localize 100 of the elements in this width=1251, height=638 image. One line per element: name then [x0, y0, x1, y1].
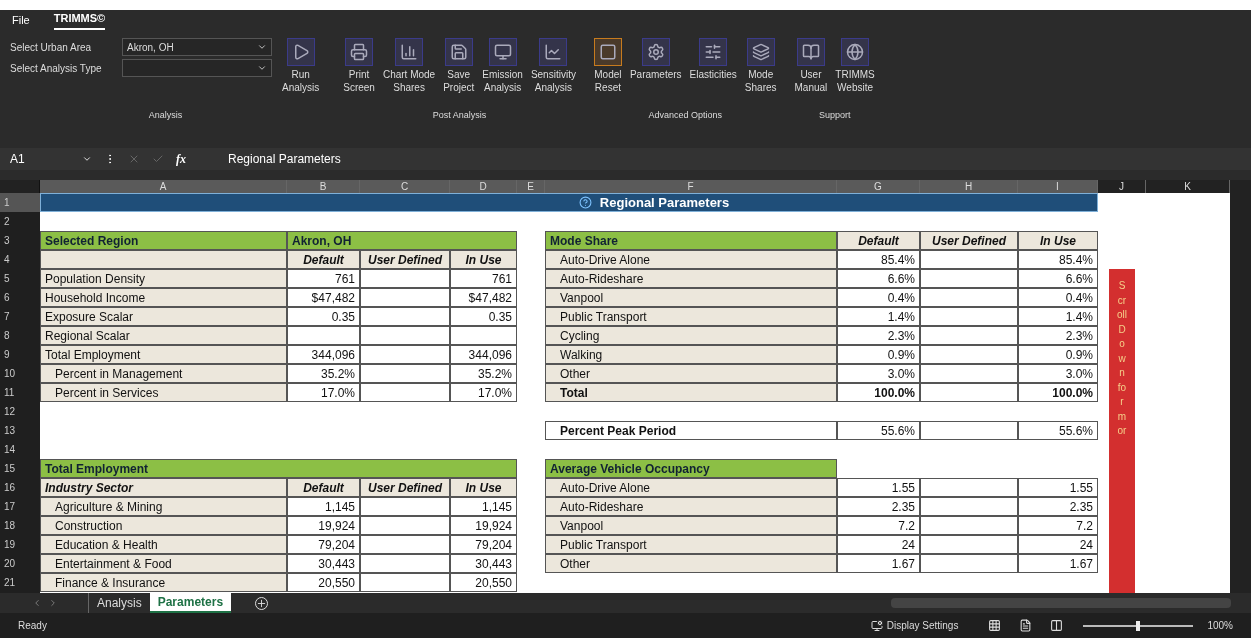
column-header[interactable]: J	[1098, 180, 1146, 193]
ribbon-button[interactable]: Sensitivity Analysis	[528, 38, 578, 94]
menu-tab[interactable]: File	[12, 11, 30, 30]
default-value-cell: 1.4%	[837, 307, 920, 326]
column-header[interactable]: F	[545, 180, 837, 193]
row-header[interactable]: 11	[0, 383, 40, 402]
ribbon-button[interactable]: Chart Mode Shares	[380, 38, 438, 94]
column-heading-cell: Default	[287, 478, 360, 497]
menu-tab[interactable]: TRIMMS©	[53, 9, 106, 30]
row-header[interactable]: 17	[0, 497, 40, 516]
function-button[interactable]: fx	[176, 150, 216, 168]
default-value-cell: 30,443	[287, 554, 360, 573]
default-value-cell: 0.35	[287, 307, 360, 326]
row-header[interactable]: 16	[0, 478, 40, 497]
default-value-cell: 7.2	[837, 516, 920, 535]
row-label-cell: Other	[545, 364, 837, 383]
row-header[interactable]: 20	[0, 554, 40, 573]
help-icon	[578, 196, 592, 209]
row-header[interactable]: 5	[0, 269, 40, 288]
default-value-cell: 24	[837, 535, 920, 554]
ribbon-button[interactable]: Model Reset	[591, 38, 624, 94]
row-header[interactable]: 2	[0, 212, 40, 231]
row-header[interactable]: 13	[0, 421, 40, 440]
zoom-level: 100%	[1207, 619, 1233, 633]
default-value-cell: 17.0%	[287, 383, 360, 402]
monitor-icon	[493, 43, 512, 61]
ribbon-button[interactable]: Print Screen	[341, 38, 377, 94]
default-value-cell: 1.67	[837, 554, 920, 573]
dropdown-field[interactable]: Akron, OH	[122, 38, 272, 56]
display-settings-button[interactable]: Display Settings	[886, 618, 959, 633]
row-header[interactable]: 9	[0, 345, 40, 364]
formula-text[interactable]: Regional Parameters	[228, 150, 341, 168]
column-header[interactable]: C	[360, 180, 450, 193]
row-label-cell: Agriculture & Mining	[40, 497, 287, 516]
in-use-value-cell: 344,096	[450, 345, 517, 364]
row-label-cell: Total Employment	[40, 345, 287, 364]
row-label-cell: Auto-Drive Alone	[545, 250, 837, 269]
ribbon-button[interactable]: Parameters	[627, 38, 684, 81]
column-heading-cell: Industry Sector	[40, 478, 287, 497]
chevron-icon	[82, 154, 92, 164]
scroll-down-banner: Scroll Down for mor	[1109, 269, 1135, 593]
zoom-slider[interactable]	[1083, 620, 1194, 631]
column-heading-cell: User Defined	[360, 250, 450, 269]
row-header[interactable]: 14	[0, 440, 40, 459]
row-header[interactable]: 7	[0, 307, 40, 326]
row-label-cell: Education & Health	[40, 535, 287, 554]
default-value-cell: 1.55	[837, 478, 920, 497]
cell-reference[interactable]: A1	[10, 150, 70, 168]
row-header[interactable]: 3	[0, 231, 40, 250]
column-heading-cell: Default	[287, 250, 360, 269]
ribbon-button[interactable]: User Manual	[792, 38, 830, 94]
status-text: Ready	[18, 619, 47, 633]
column-header[interactable]: A	[40, 180, 287, 193]
row-label-cell: Cycling	[545, 326, 837, 345]
column-header[interactable]: D	[450, 180, 517, 193]
ribbon-button[interactable]: Run Analysis	[280, 38, 322, 94]
ribbon-button[interactable]: TRIMMS Website	[833, 38, 877, 94]
in-use-value-cell: 3.0%	[1018, 364, 1098, 383]
row-header[interactable]: 10	[0, 364, 40, 383]
default-value-cell: 0.9%	[837, 345, 920, 364]
line-chart-icon	[544, 43, 563, 61]
column-header[interactable]: B	[287, 180, 360, 193]
row-header[interactable]: 4	[0, 250, 40, 269]
horizontal-scrollbar[interactable]	[891, 598, 1231, 608]
row-label-cell: Regional Scalar	[40, 326, 287, 345]
row-header[interactable]: 21	[0, 573, 40, 592]
ribbon-button[interactable]: Mode Shares	[742, 38, 779, 94]
column-heading-cell: Default	[837, 231, 920, 250]
row-header[interactable]: 12	[0, 402, 40, 421]
ribbon-button[interactable]: Save Project	[441, 38, 477, 94]
in-use-value-cell: 17.0%	[450, 383, 517, 402]
default-value-cell: 19,924	[287, 516, 360, 535]
row-label-cell: Entertainment & Food	[40, 554, 287, 573]
layers-icon	[751, 43, 770, 61]
next-sheet-icon	[48, 598, 58, 608]
column-header[interactable]: E	[517, 180, 545, 193]
row-header[interactable]: 6	[0, 288, 40, 307]
column-header[interactable]: H	[920, 180, 1018, 193]
row-header[interactable]: 8	[0, 326, 40, 345]
sheet-tab[interactable]: Parameters	[149, 593, 232, 613]
ribbon-button[interactable]: Emission Analysis	[480, 38, 525, 94]
row-label-cell: Percent in Management	[40, 364, 287, 383]
section-title: Selected Region	[40, 231, 287, 250]
default-value-cell: 761	[287, 269, 360, 288]
in-use-value-cell: 19,924	[450, 516, 517, 535]
row-header[interactable]: 18	[0, 516, 40, 535]
column-header[interactable]: K	[1146, 180, 1230, 193]
row-header[interactable]: 1	[0, 193, 40, 212]
in-use-value-cell: 1,145	[450, 497, 517, 516]
row-header[interactable]: 15	[0, 459, 40, 478]
ribbon-button[interactable]: Elasticities	[687, 38, 739, 81]
select-all-corner[interactable]	[0, 180, 40, 193]
cancel-icon	[128, 153, 140, 165]
in-use-value-cell: 2.35	[1018, 497, 1098, 516]
column-header[interactable]: G	[837, 180, 920, 193]
default-value-cell: 2.3%	[837, 326, 920, 345]
dropdown-field[interactable]	[122, 59, 272, 77]
zoom-thumb[interactable]	[1136, 620, 1141, 631]
row-header[interactable]: 19	[0, 535, 40, 554]
column-header[interactable]: I	[1018, 180, 1098, 193]
